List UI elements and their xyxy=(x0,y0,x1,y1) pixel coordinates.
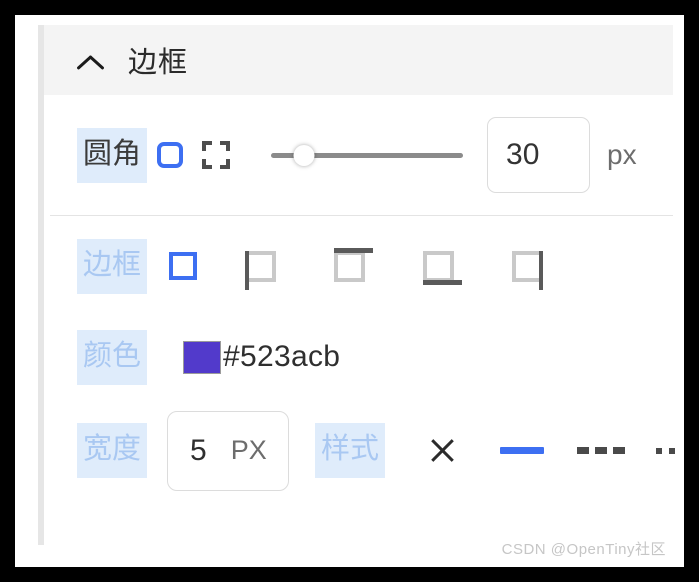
border-width-unit: PX xyxy=(230,435,267,465)
border-side-all-button[interactable] xyxy=(169,252,245,280)
slider-thumb[interactable] xyxy=(293,145,315,166)
border-style-dashed-button[interactable] xyxy=(561,429,640,473)
border-color-row: 颜色 #523acb xyxy=(44,316,680,398)
page-background: 边框 圆角 30 px 边框 颜色 #523acb 宽度 5 PX 样式 CSD… xyxy=(15,15,684,567)
border-color-label: 颜色 xyxy=(77,329,148,385)
border-side-top-button[interactable] xyxy=(334,247,423,282)
border-width-row: 宽度 5 PX 样式 xyxy=(44,398,680,503)
dotted-line-icon xyxy=(655,447,680,454)
watermark: CSDN @OpenTiny社区 xyxy=(501,541,666,558)
color-swatch[interactable] xyxy=(183,340,222,374)
border-width-value: 5 xyxy=(190,433,207,467)
border-radius-label: 圆角 xyxy=(77,127,148,183)
corner-brackets-icon xyxy=(202,141,231,169)
border-radius-input[interactable]: 30 xyxy=(487,117,591,193)
border-width-label: 宽度 xyxy=(77,423,148,478)
rounded-square-icon xyxy=(157,142,184,168)
border-sides-options xyxy=(169,247,601,290)
border-style-solid-button[interactable] xyxy=(482,429,561,473)
square-bottom-border-icon xyxy=(423,250,463,285)
color-hex-value: #523acb xyxy=(223,340,341,373)
radius-mode-all-button[interactable] xyxy=(147,132,193,178)
border-style-none-button[interactable] xyxy=(403,429,482,473)
radius-mode-corners-button[interactable] xyxy=(193,132,239,178)
border-style-options xyxy=(403,429,680,473)
border-side-left-button[interactable] xyxy=(245,250,334,290)
x-icon xyxy=(429,437,456,464)
square-right-border-icon xyxy=(512,250,544,290)
solid-line-icon xyxy=(499,447,544,454)
border-radius-row: 圆角 30 px xyxy=(44,95,680,215)
border-radius-unit: px xyxy=(607,139,637,170)
border-settings-panel: 边框 圆角 30 px 边框 颜色 #523acb 宽度 5 PX 样式 xyxy=(38,25,680,545)
border-radius-slider[interactable] xyxy=(271,142,464,168)
border-style-dotted-button[interactable] xyxy=(640,429,680,473)
square-left-border-icon xyxy=(245,250,277,290)
border-style-label: 样式 xyxy=(315,423,386,478)
border-width-input[interactable]: 5 PX xyxy=(167,410,290,491)
page-title: 边框 xyxy=(128,47,189,79)
dashed-line-icon xyxy=(576,447,625,454)
chevron-up-icon[interactable] xyxy=(76,45,106,75)
border-side-bottom-button[interactable] xyxy=(423,250,512,285)
border-sides-row: 边框 xyxy=(44,216,680,316)
square-all-borders-icon xyxy=(169,252,198,280)
border-radius-value: 30 xyxy=(506,138,540,171)
border-side-right-button[interactable] xyxy=(512,250,601,290)
border-sides-label: 边框 xyxy=(77,238,148,294)
square-top-border-icon xyxy=(334,247,374,282)
panel-header[interactable]: 边框 xyxy=(44,25,673,95)
